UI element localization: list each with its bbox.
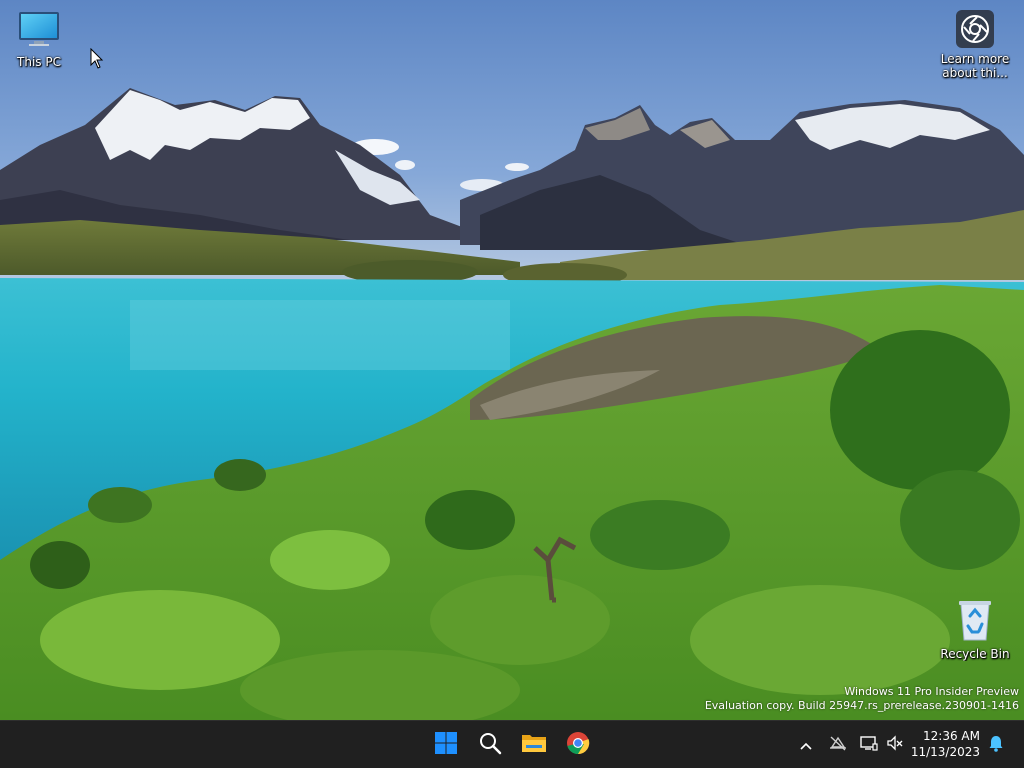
display-icon [860, 735, 878, 755]
desktop-icon-label: Recycle Bin [940, 647, 1010, 661]
recycle-bin-icon [936, 598, 1014, 645]
chevron-up-icon [799, 736, 813, 755]
taskbar-clock[interactable]: 12:36 AM 11/13/2023 [910, 728, 980, 760]
search-icon [478, 731, 502, 759]
display-button[interactable] [857, 733, 881, 757]
clock-date: 11/13/2023 [910, 745, 980, 759]
monitor-icon [0, 10, 78, 53]
start-button[interactable] [426, 725, 466, 765]
notification-center-button[interactable] [984, 733, 1008, 757]
watermark-line-edition: Windows 11 Pro Insider Preview [844, 685, 1019, 698]
show-hidden-icons-button[interactable] [794, 733, 818, 757]
watermark-line-build: Evaluation copy. Build 25947.rs_prerelea… [704, 699, 1019, 712]
network-status-button[interactable] [826, 733, 850, 757]
desktop-icon-label: Learn more about thi... [940, 52, 1010, 80]
desktop-wallpaper [0, 0, 1024, 720]
chrome-icon [566, 731, 590, 759]
folder-icon [521, 731, 547, 759]
mouse-cursor-icon [90, 47, 104, 74]
windows-logo-icon [434, 731, 458, 759]
clock-time: 12:36 AM [923, 729, 980, 743]
desktop-icon-label: This PC [17, 55, 61, 69]
chrome-button[interactable] [558, 725, 598, 765]
search-button[interactable] [470, 725, 510, 765]
network-disconnected-icon [828, 735, 848, 755]
taskbar: 12:36 AM 11/13/2023 [0, 720, 1024, 768]
desktop-icon-learn-more[interactable]: Learn more about thi... [936, 10, 1014, 80]
desktop-icon-this-pc[interactable]: This PC [0, 10, 78, 69]
desktop-icon-recycle-bin[interactable]: Recycle Bin [936, 598, 1014, 661]
evaluation-watermark: Windows 11 Pro Insider Preview Evaluatio… [705, 685, 1019, 713]
volume-muted-icon [886, 735, 904, 755]
notification-bell-icon [988, 734, 1004, 756]
camera-icon [956, 10, 994, 48]
volume-button[interactable] [883, 733, 907, 757]
file-explorer-button[interactable] [514, 725, 554, 765]
